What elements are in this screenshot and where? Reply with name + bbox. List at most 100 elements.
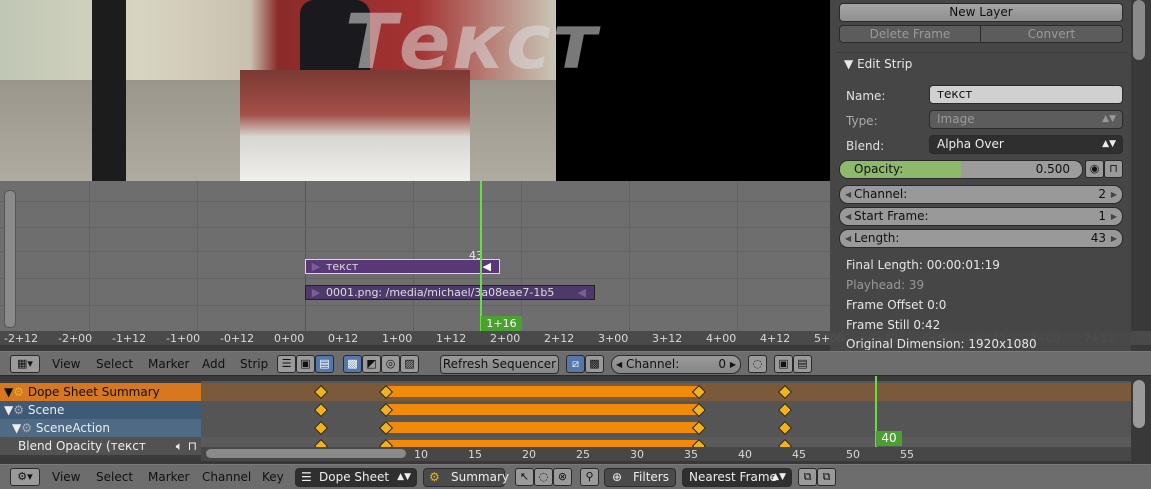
type-select[interactable]: Image ▲▼ bbox=[929, 110, 1123, 129]
channel-number-field[interactable]: ◀ Channel: 0 ▶ bbox=[611, 355, 741, 374]
expand-triangle-icon[interactable]: ▼ bbox=[0, 385, 13, 399]
keyframe-row[interactable] bbox=[201, 401, 1131, 419]
snap-select[interactable]: Nearest Frame ▲▼ bbox=[682, 468, 792, 487]
channel-field[interactable]: ◀ Channel: 2 ▶ bbox=[839, 185, 1123, 204]
delete-frame-button[interactable]: Delete Frame bbox=[839, 25, 981, 43]
dopesheet-tick-label: 45 bbox=[792, 448, 806, 461]
keyframe-diamond[interactable] bbox=[313, 384, 328, 400]
expand-triangle-icon[interactable]: ▼ bbox=[0, 403, 13, 417]
channels-display-icon[interactable]: ◎ bbox=[381, 355, 400, 373]
summary-toggle[interactable]: ⚙ Summary bbox=[423, 468, 509, 487]
eye-icon[interactable]: ◉ bbox=[1085, 160, 1104, 178]
channel-scene-action[interactable]: ▼⚙ SceneAction bbox=[0, 419, 201, 437]
decrement-arrow-icon[interactable]: ◀ bbox=[845, 230, 851, 247]
keyframe-hold-bar[interactable] bbox=[385, 422, 699, 433]
keyframe-diamond[interactable] bbox=[313, 402, 328, 418]
ruler-tick-label: 3+00 bbox=[598, 332, 629, 345]
ruler-tick-label: -2+12 bbox=[4, 332, 39, 345]
search-icon[interactable]: ⚲ bbox=[580, 468, 599, 486]
strip-left-handle-icon[interactable]: ▶ bbox=[306, 260, 326, 273]
only-selected-icon[interactable]: ↖ bbox=[515, 468, 534, 486]
channel-scene[interactable]: ▼⚙ Scene bbox=[0, 401, 201, 419]
start-frame-field[interactable]: ◀ Start Frame: 1 ▶ bbox=[839, 207, 1123, 226]
increment-arrow-icon[interactable]: ▶ bbox=[1111, 230, 1117, 247]
keyframe-row[interactable] bbox=[201, 383, 1131, 401]
channel-blend-opacity[interactable]: Blend Opacity (текст 🔈︎ ⊓ bbox=[0, 437, 201, 455]
panel-collapse-icon: ▼ bbox=[844, 57, 854, 71]
strip-left-handle-icon[interactable]: ▶ bbox=[306, 286, 326, 299]
dopesheet-tick-label: 15 bbox=[468, 448, 482, 461]
blend-select[interactable]: Alpha Over ▲▼ bbox=[929, 135, 1123, 154]
keyframe-diamond[interactable] bbox=[778, 384, 793, 400]
menu-marker[interactable]: Marker bbox=[148, 357, 189, 371]
menu-select[interactable]: Select bbox=[96, 357, 133, 371]
keyframe-row[interactable] bbox=[201, 419, 1131, 437]
keyframe-hold-bar[interactable] bbox=[385, 386, 699, 397]
editor-type-icon[interactable]: ▦▾ bbox=[10, 355, 40, 373]
only-errors-icon[interactable]: ⊗ bbox=[553, 468, 572, 486]
lock-icon[interactable]: ⊓ bbox=[188, 437, 197, 455]
paste-keyframes-icon[interactable]: ⧉ bbox=[817, 468, 836, 486]
menu-key[interactable]: Key bbox=[262, 470, 284, 484]
properties-scrollbar[interactable] bbox=[1133, 0, 1145, 60]
increment-arrow-icon[interactable]: ▶ bbox=[1111, 208, 1117, 225]
render-still-icon[interactable]: ▣ bbox=[774, 355, 793, 373]
ghost-icon[interactable]: ◌ bbox=[748, 355, 767, 373]
preview-view-icon[interactable]: ▣ bbox=[296, 355, 315, 373]
sequencer-preview-icon[interactable]: ▤ bbox=[315, 355, 334, 373]
menu-strip[interactable]: Strip bbox=[240, 357, 268, 371]
edit-strip-panel-header[interactable]: ▼ Edit Strip bbox=[844, 57, 912, 71]
menu-channel[interactable]: Channel bbox=[202, 470, 251, 484]
convert-button[interactable]: Convert bbox=[980, 25, 1123, 43]
image-strip[interactable]: ▶ 0001.png: /media/michael/3a08eae7-1b5 ◀ bbox=[305, 285, 595, 300]
sequencer-strips-area[interactable]: 4 2 0 bbox=[0, 181, 830, 331]
length-field[interactable]: ◀ Length: 43 ▶ bbox=[839, 229, 1123, 248]
mode-select[interactable]: ☰ Dope Sheet ▲▼ bbox=[295, 468, 417, 487]
channel-dope-sheet-summary[interactable]: ▼⚙ Dope Sheet Summary bbox=[0, 383, 201, 401]
render-animation-icon[interactable]: ▤ bbox=[793, 355, 812, 373]
copy-keyframes-icon[interactable]: ⧉ bbox=[798, 468, 817, 486]
menu-marker[interactable]: Marker bbox=[148, 470, 189, 484]
menu-add[interactable]: Add bbox=[202, 357, 225, 371]
editor-type-icon[interactable]: ⚙▾ bbox=[10, 468, 40, 486]
sequencer-playhead[interactable] bbox=[480, 181, 482, 331]
channel-label: Scene bbox=[27, 403, 65, 417]
expand-triangle-icon[interactable]: ▼ bbox=[0, 421, 21, 435]
increment-arrow-icon[interactable]: ▶ bbox=[1111, 186, 1117, 203]
sequencer-view-icon[interactable]: ☰ bbox=[277, 355, 296, 373]
dopesheet-horizontal-scrollbar[interactable] bbox=[206, 449, 406, 458]
dopesheet-tick-label: 35 bbox=[684, 448, 698, 461]
overlay-icon[interactable]: ▩ bbox=[585, 355, 604, 373]
show-hidden-icon[interactable]: ◌ bbox=[534, 468, 553, 486]
opacity-slider[interactable]: Opacity: 0.500 bbox=[839, 160, 1083, 179]
lock-icon[interactable]: ⊓ bbox=[1104, 160, 1123, 178]
new-layer-button[interactable]: New Layer bbox=[839, 3, 1123, 22]
channel-label: Dope Sheet Summary bbox=[27, 385, 160, 399]
menu-select[interactable]: Select bbox=[96, 470, 133, 484]
summary-label: Summary bbox=[451, 470, 509, 484]
decrement-arrow-icon[interactable]: ◀ bbox=[845, 186, 851, 203]
image-display-icon[interactable]: ▨ bbox=[400, 355, 419, 373]
strip-right-handle-icon[interactable]: ◀ bbox=[578, 286, 586, 299]
proxy-icon[interactable]: ⧄ bbox=[566, 355, 585, 373]
current-frame-indicator[interactable]: 1+16 bbox=[481, 316, 522, 331]
keyframe-diamond[interactable] bbox=[778, 420, 793, 436]
refresh-sequencer-button[interactable]: Refresh Sequencer bbox=[440, 355, 559, 374]
dopesheet-current-frame[interactable]: 40 bbox=[876, 431, 902, 446]
keyframe-diamond[interactable] bbox=[778, 402, 793, 418]
name-field[interactable]: текст bbox=[929, 85, 1123, 104]
menu-view[interactable]: View bbox=[52, 357, 80, 371]
menu-view[interactable]: View bbox=[52, 470, 80, 484]
strip-right-handle-icon[interactable]: ◀ bbox=[483, 260, 491, 273]
decrement-arrow-icon[interactable]: ◀ bbox=[616, 356, 622, 373]
color-display-icon[interactable]: ▩ bbox=[343, 355, 362, 373]
filters-button[interactable]: ⊕ Filters bbox=[604, 468, 676, 487]
luma-display-icon[interactable]: ◩ bbox=[362, 355, 381, 373]
speaker-icon[interactable]: 🔈︎ bbox=[176, 437, 183, 455]
keyframe-diamond[interactable] bbox=[313, 420, 328, 436]
dopesheet-vertical-scrollbar[interactable] bbox=[1133, 380, 1145, 428]
decrement-arrow-icon[interactable]: ◀ bbox=[845, 208, 851, 225]
keyframe-hold-bar[interactable] bbox=[385, 404, 699, 415]
sequencer-vertical-scrollbar[interactable] bbox=[4, 190, 16, 328]
increment-arrow-icon[interactable]: ▶ bbox=[730, 356, 736, 373]
